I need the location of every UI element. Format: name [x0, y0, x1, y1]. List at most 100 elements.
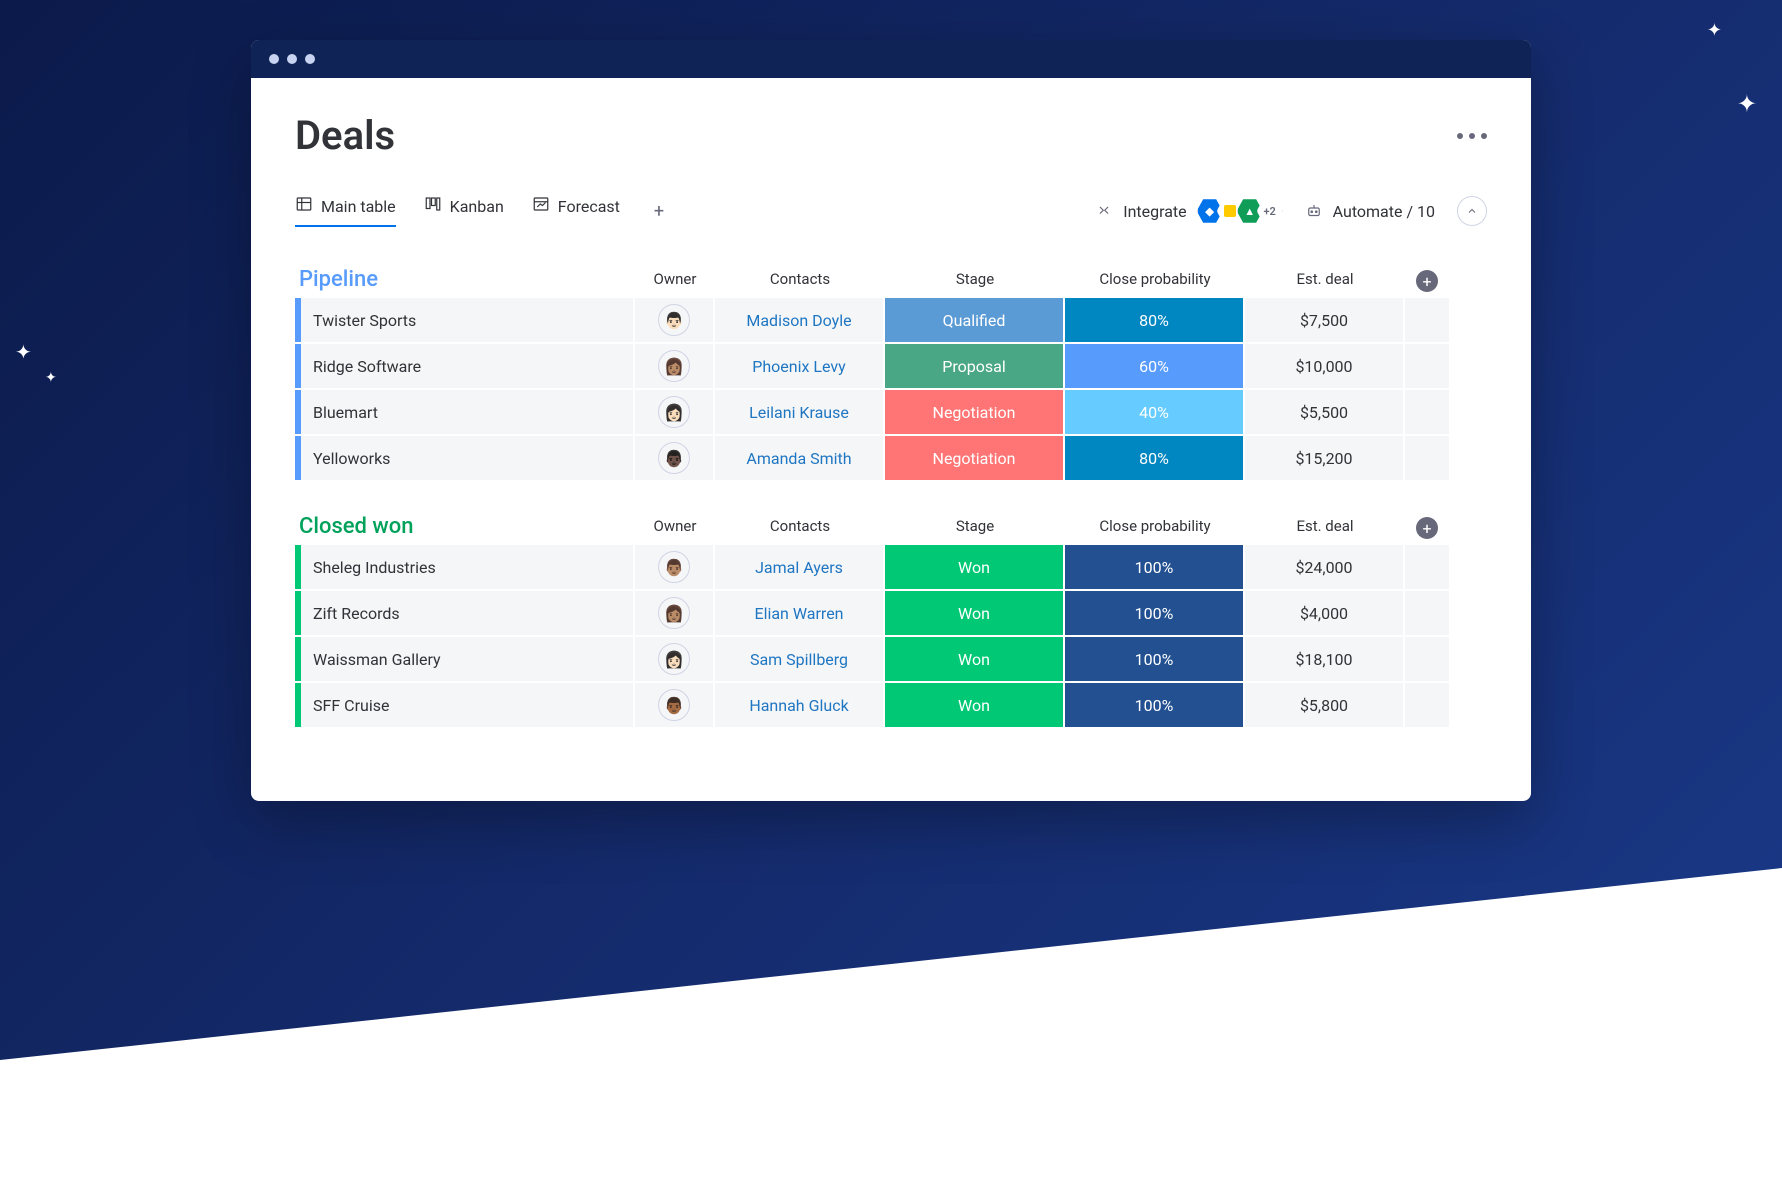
- avatar: 👩🏻: [658, 396, 690, 428]
- owner-cell[interactable]: 👩🏽: [635, 591, 713, 635]
- stage-cell[interactable]: Proposal: [885, 344, 1063, 388]
- owner-cell[interactable]: 👨🏻: [635, 298, 713, 342]
- contact-cell[interactable]: Sam Spillberg: [715, 637, 883, 681]
- est-deal-cell[interactable]: $15,200: [1245, 436, 1403, 480]
- add-column-button[interactable]: +: [1416, 270, 1438, 292]
- column-header-est-deal[interactable]: Est. deal: [1245, 270, 1405, 292]
- column-header-stage[interactable]: Stage: [885, 517, 1065, 539]
- table-row: Bluemart 👩🏻 Leilani KrauseNegotiation40%$5…: [295, 390, 1487, 434]
- close-probability-cell[interactable]: 100%: [1065, 683, 1243, 727]
- contact-cell[interactable]: Phoenix Levy: [715, 344, 883, 388]
- blank-cell: [1405, 545, 1449, 589]
- add-view-button[interactable]: +: [648, 200, 670, 222]
- column-header-owner[interactable]: Owner: [635, 517, 715, 539]
- group-title[interactable]: Closed won: [295, 514, 635, 539]
- deal-name-cell[interactable]: SFF Cruise: [295, 683, 633, 727]
- window-control-minimize[interactable]: [287, 54, 297, 64]
- table-row: Zift Records 👩🏽 Elian WarrenWon100%$4,000: [295, 591, 1487, 635]
- stage-cell[interactable]: Negotiation: [885, 436, 1063, 480]
- est-deal-cell[interactable]: $10,000: [1245, 344, 1403, 388]
- owner-cell[interactable]: 👩🏽: [635, 344, 713, 388]
- owner-cell[interactable]: 👩🏻: [635, 637, 713, 681]
- table-icon: [295, 195, 313, 217]
- contact-cell[interactable]: Amanda Smith: [715, 436, 883, 480]
- deal-name-cell[interactable]: Zift Records: [295, 591, 633, 635]
- view-tab-main-table[interactable]: Main table: [295, 195, 396, 227]
- plug-icon: [1095, 202, 1113, 220]
- column-header-stage[interactable]: Stage: [885, 270, 1065, 292]
- close-probability-cell[interactable]: 60%: [1065, 344, 1243, 388]
- group-closed-won: Closed wonOwnerContactsStageClose probab…: [295, 514, 1487, 727]
- decoration-star: ✦: [45, 370, 57, 386]
- close-probability-cell[interactable]: 40%: [1065, 390, 1243, 434]
- decoration-swoop: [0, 868, 1782, 1188]
- contact-cell[interactable]: Hannah Gluck: [715, 683, 883, 727]
- close-probability-cell[interactable]: 80%: [1065, 298, 1243, 342]
- column-header-close-probability[interactable]: Close probability: [1065, 517, 1245, 539]
- column-header-est-deal[interactable]: Est. deal: [1245, 517, 1405, 539]
- est-deal-cell[interactable]: $7,500: [1245, 298, 1403, 342]
- column-header-close-probability[interactable]: Close probability: [1065, 270, 1245, 292]
- est-deal-cell[interactable]: $5,500: [1245, 390, 1403, 434]
- group-title[interactable]: Pipeline: [295, 267, 635, 292]
- stage-cell[interactable]: Qualified: [885, 298, 1063, 342]
- window-control-zoom[interactable]: [305, 54, 315, 64]
- decoration-star: ✦: [1737, 90, 1757, 118]
- decoration-star: ✦: [15, 340, 32, 364]
- integrate-button[interactable]: Integrate ◆ ▲ +2: [1095, 198, 1282, 224]
- stage-cell[interactable]: Won: [885, 683, 1063, 727]
- forecast-icon: [532, 195, 550, 217]
- more-options-button[interactable]: [1457, 133, 1487, 139]
- window-control-close[interactable]: [269, 54, 279, 64]
- owner-cell[interactable]: 👨🏽: [635, 545, 713, 589]
- collapse-button[interactable]: [1457, 196, 1487, 226]
- contact-cell[interactable]: Madison Doyle: [715, 298, 883, 342]
- view-tab-forecast[interactable]: Forecast: [532, 195, 620, 227]
- table-row: SFF Cruise 👨🏾 Hannah GluckWon100%$5,800: [295, 683, 1487, 727]
- column-header-owner[interactable]: Owner: [635, 270, 715, 292]
- blank-cell: [1405, 637, 1449, 681]
- table-row: Twister Sports👨🏻Madison DoyleQualified80…: [295, 298, 1487, 342]
- avatar: 👩🏽: [658, 597, 690, 629]
- deal-name-cell[interactable]: Sheleg Industries: [295, 545, 633, 589]
- avatar: 👩🏻: [658, 643, 690, 675]
- column-header-contacts[interactable]: Contacts: [715, 517, 885, 539]
- integration-badges: ◆ ▲ +2: [1197, 198, 1283, 224]
- page-title: Deals: [295, 112, 395, 159]
- owner-cell[interactable]: 👩🏻: [635, 390, 713, 434]
- robot-icon: [1305, 202, 1323, 220]
- stage-cell[interactable]: Won: [885, 637, 1063, 681]
- close-probability-cell[interactable]: 100%: [1065, 637, 1243, 681]
- column-header-contacts[interactable]: Contacts: [715, 270, 885, 292]
- blank-cell: [1405, 298, 1449, 342]
- est-deal-cell[interactable]: $4,000: [1245, 591, 1403, 635]
- automate-label: Automate / 10: [1333, 202, 1435, 221]
- stage-cell[interactable]: Won: [885, 591, 1063, 635]
- close-probability-cell[interactable]: 80%: [1065, 436, 1243, 480]
- est-deal-cell[interactable]: $24,000: [1245, 545, 1403, 589]
- table-row: Ridge Software👩🏽Phoenix LevyProposal60%$…: [295, 344, 1487, 388]
- close-probability-cell[interactable]: 100%: [1065, 591, 1243, 635]
- integration-badge-more[interactable]: +2: [1257, 198, 1283, 224]
- est-deal-cell[interactable]: $18,100: [1245, 637, 1403, 681]
- deal-name-cell[interactable]: Yelloworks: [295, 436, 633, 480]
- contact-cell[interactable]: Jamal Ayers: [715, 545, 883, 589]
- owner-cell[interactable]: 👨🏿: [635, 436, 713, 480]
- view-tab-kanban[interactable]: Kanban: [424, 195, 504, 227]
- avatar: 👨🏾: [658, 689, 690, 721]
- add-column-button[interactable]: +: [1416, 517, 1438, 539]
- deal-name-cell[interactable]: Ridge Software: [295, 344, 633, 388]
- deal-name-cell[interactable]: Bluemart: [295, 390, 633, 434]
- est-deal-cell[interactable]: $5,800: [1245, 683, 1403, 727]
- contact-cell[interactable]: Leilani Krause: [715, 390, 883, 434]
- automate-button[interactable]: Automate / 10: [1305, 202, 1435, 221]
- stage-cell[interactable]: Won: [885, 545, 1063, 589]
- stage-cell[interactable]: Negotiation: [885, 390, 1063, 434]
- deal-name-cell[interactable]: Twister Sports: [295, 298, 633, 342]
- kanban-icon: [424, 195, 442, 217]
- owner-cell[interactable]: 👨🏾: [635, 683, 713, 727]
- blank-cell: [1405, 683, 1449, 727]
- close-probability-cell[interactable]: 100%: [1065, 545, 1243, 589]
- contact-cell[interactable]: Elian Warren: [715, 591, 883, 635]
- deal-name-cell[interactable]: Waissman Gallery: [295, 637, 633, 681]
